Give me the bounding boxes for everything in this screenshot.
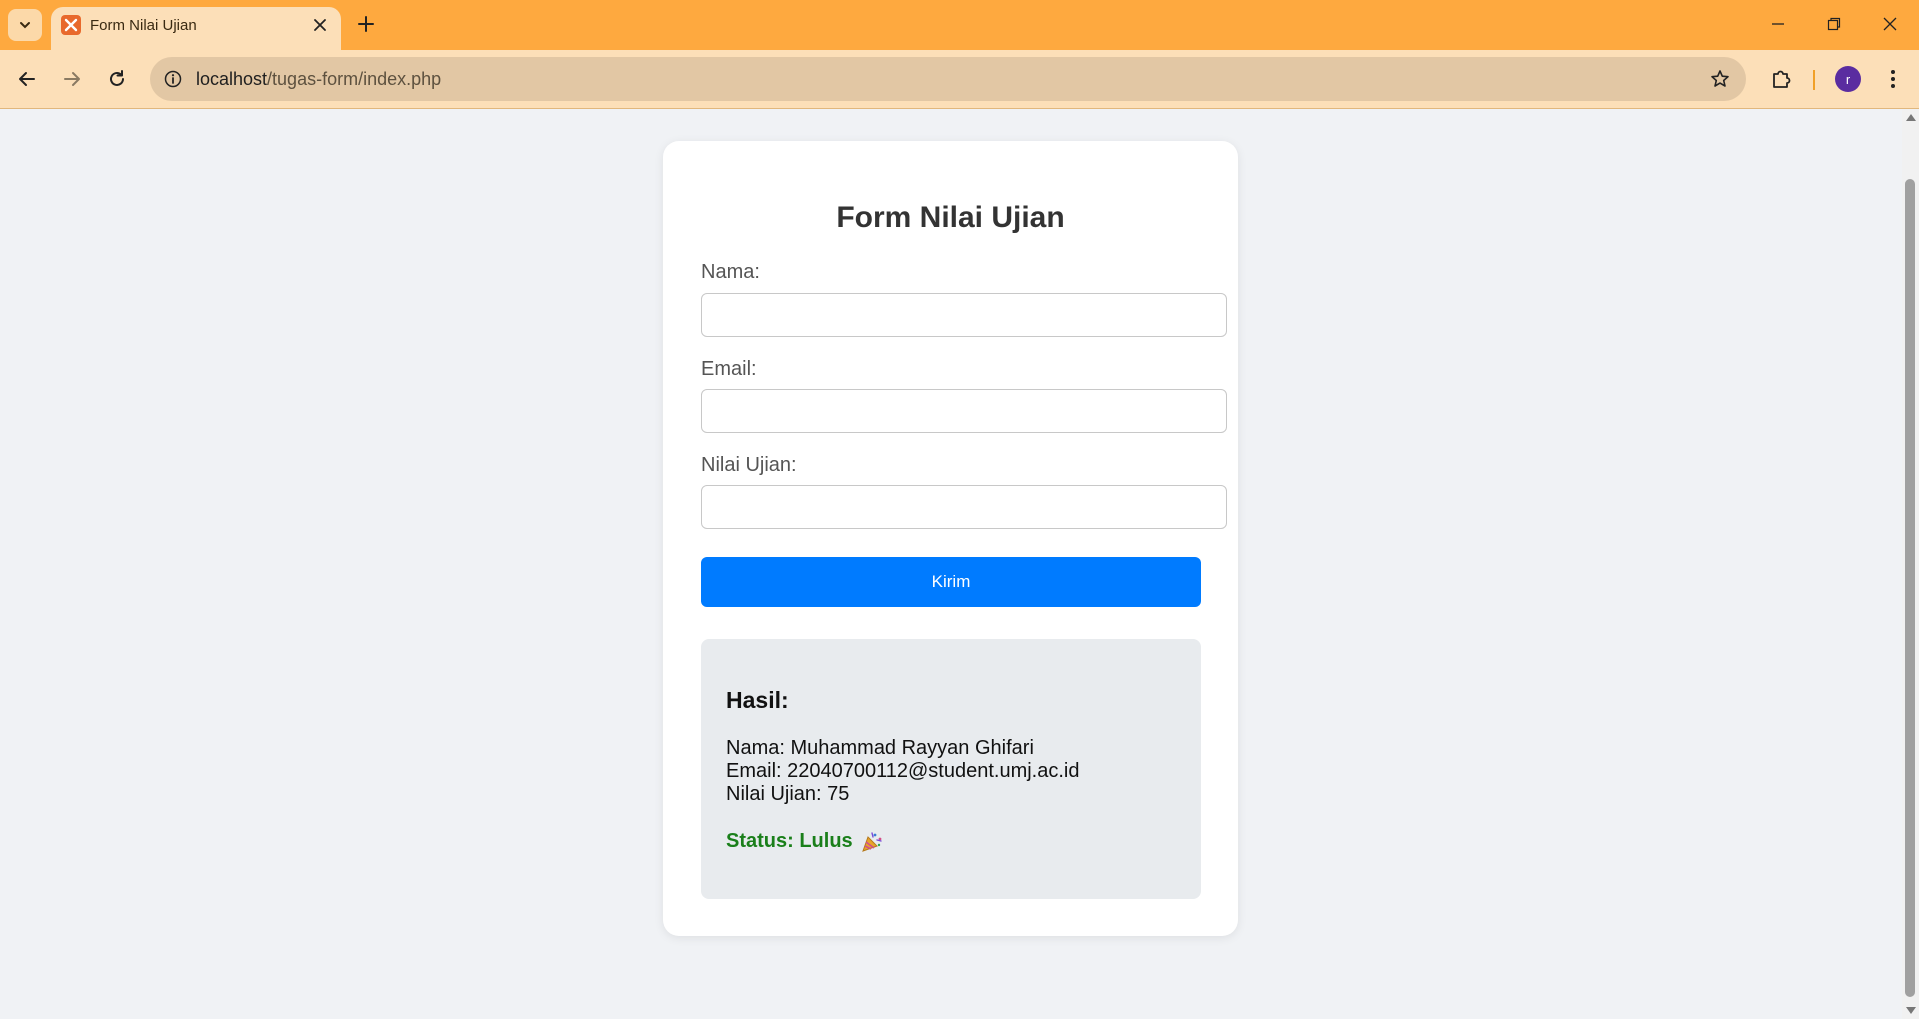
extensions-button[interactable] — [1764, 62, 1798, 96]
forward-button[interactable] — [55, 62, 89, 96]
page-scrollbar[interactable] — [1902, 109, 1919, 1019]
back-button[interactable] — [10, 62, 44, 96]
status-line: Status: Lulus — [726, 830, 883, 853]
scroll-up-arrow-icon[interactable] — [1906, 114, 1916, 121]
reload-button[interactable] — [100, 62, 134, 96]
new-tab-button[interactable] — [352, 10, 380, 38]
minimize-icon — [1772, 23, 1784, 25]
reload-icon — [110, 70, 124, 86]
nilai-ujian-input[interactable] — [701, 485, 1227, 529]
restore-button[interactable] — [1806, 0, 1862, 48]
nama-label: Nama: — [701, 261, 760, 283]
tab-close-button[interactable] — [309, 14, 331, 36]
restore-icon — [1827, 17, 1841, 31]
result-nama: Nama: Muhammad Rayyan Ghifari — [726, 737, 1034, 759]
result-nilai: Nilai Ujian: 75 — [726, 783, 850, 805]
result-panel: Hasil: Nama: Muhammad Rayyan Ghifari Ema… — [701, 639, 1201, 899]
kirim-button[interactable]: Kirim — [701, 557, 1201, 607]
scroll-down-arrow-icon[interactable] — [1906, 1007, 1916, 1014]
status-text: Status: Lulus — [726, 830, 853, 852]
email-label: Email: — [701, 358, 757, 380]
arrow-right-icon — [64, 72, 80, 86]
xampp-favicon-icon — [61, 15, 81, 35]
minimize-button[interactable] — [1750, 0, 1806, 48]
scroll-thumb[interactable] — [1905, 179, 1915, 997]
bookmark-star-icon[interactable] — [1708, 67, 1732, 91]
nilai-ujian-label: Nilai Ujian: — [701, 454, 797, 476]
puzzle-icon — [1773, 70, 1791, 88]
plus-icon — [358, 16, 374, 32]
profile-avatar[interactable]: r — [1835, 66, 1861, 92]
site-info-icon[interactable] — [161, 67, 185, 91]
address-bar[interactable]: localhost/tugas-form/index.php — [150, 57, 1746, 101]
page-title: Form Nilai Ujian — [836, 201, 1065, 234]
menu-button[interactable] — [1876, 62, 1910, 96]
result-heading: Hasil: — [726, 687, 789, 713]
form-card: Form Nilai Ujian Nama: Email: Nilai Ujia… — [663, 141, 1238, 936]
result-details: Nama: Muhammad Rayyan Ghifari Email: 220… — [726, 737, 1080, 806]
browser-tab[interactable]: Form Nilai Ujian — [51, 7, 341, 50]
close-icon — [314, 19, 326, 31]
browser-toolbar: localhost/tugas-form/index.php — [0, 50, 1919, 109]
close-icon — [1883, 17, 1897, 31]
close-window-button[interactable] — [1862, 0, 1918, 48]
tab-search-button[interactable] — [8, 9, 42, 41]
tab-title: Form Nilai Ujian — [90, 17, 197, 34]
arrow-left-icon — [19, 72, 35, 86]
result-email: Email: 22040700112@student.umj.ac.id — [726, 760, 1080, 782]
email-input[interactable] — [701, 389, 1227, 433]
nama-input[interactable] — [701, 293, 1227, 337]
url-host: localhost — [196, 69, 268, 89]
party-popper-icon — [861, 831, 883, 853]
chevron-down-icon — [20, 22, 30, 29]
url-text[interactable]: localhost/tugas-form/index.php — [196, 69, 441, 90]
url-path: /tugas-form/index.php — [267, 69, 442, 89]
more-vertical-icon — [1891, 70, 1895, 88]
tab-strip: Form Nilai Ujian — [0, 0, 1919, 50]
toolbar-divider — [1813, 70, 1815, 90]
